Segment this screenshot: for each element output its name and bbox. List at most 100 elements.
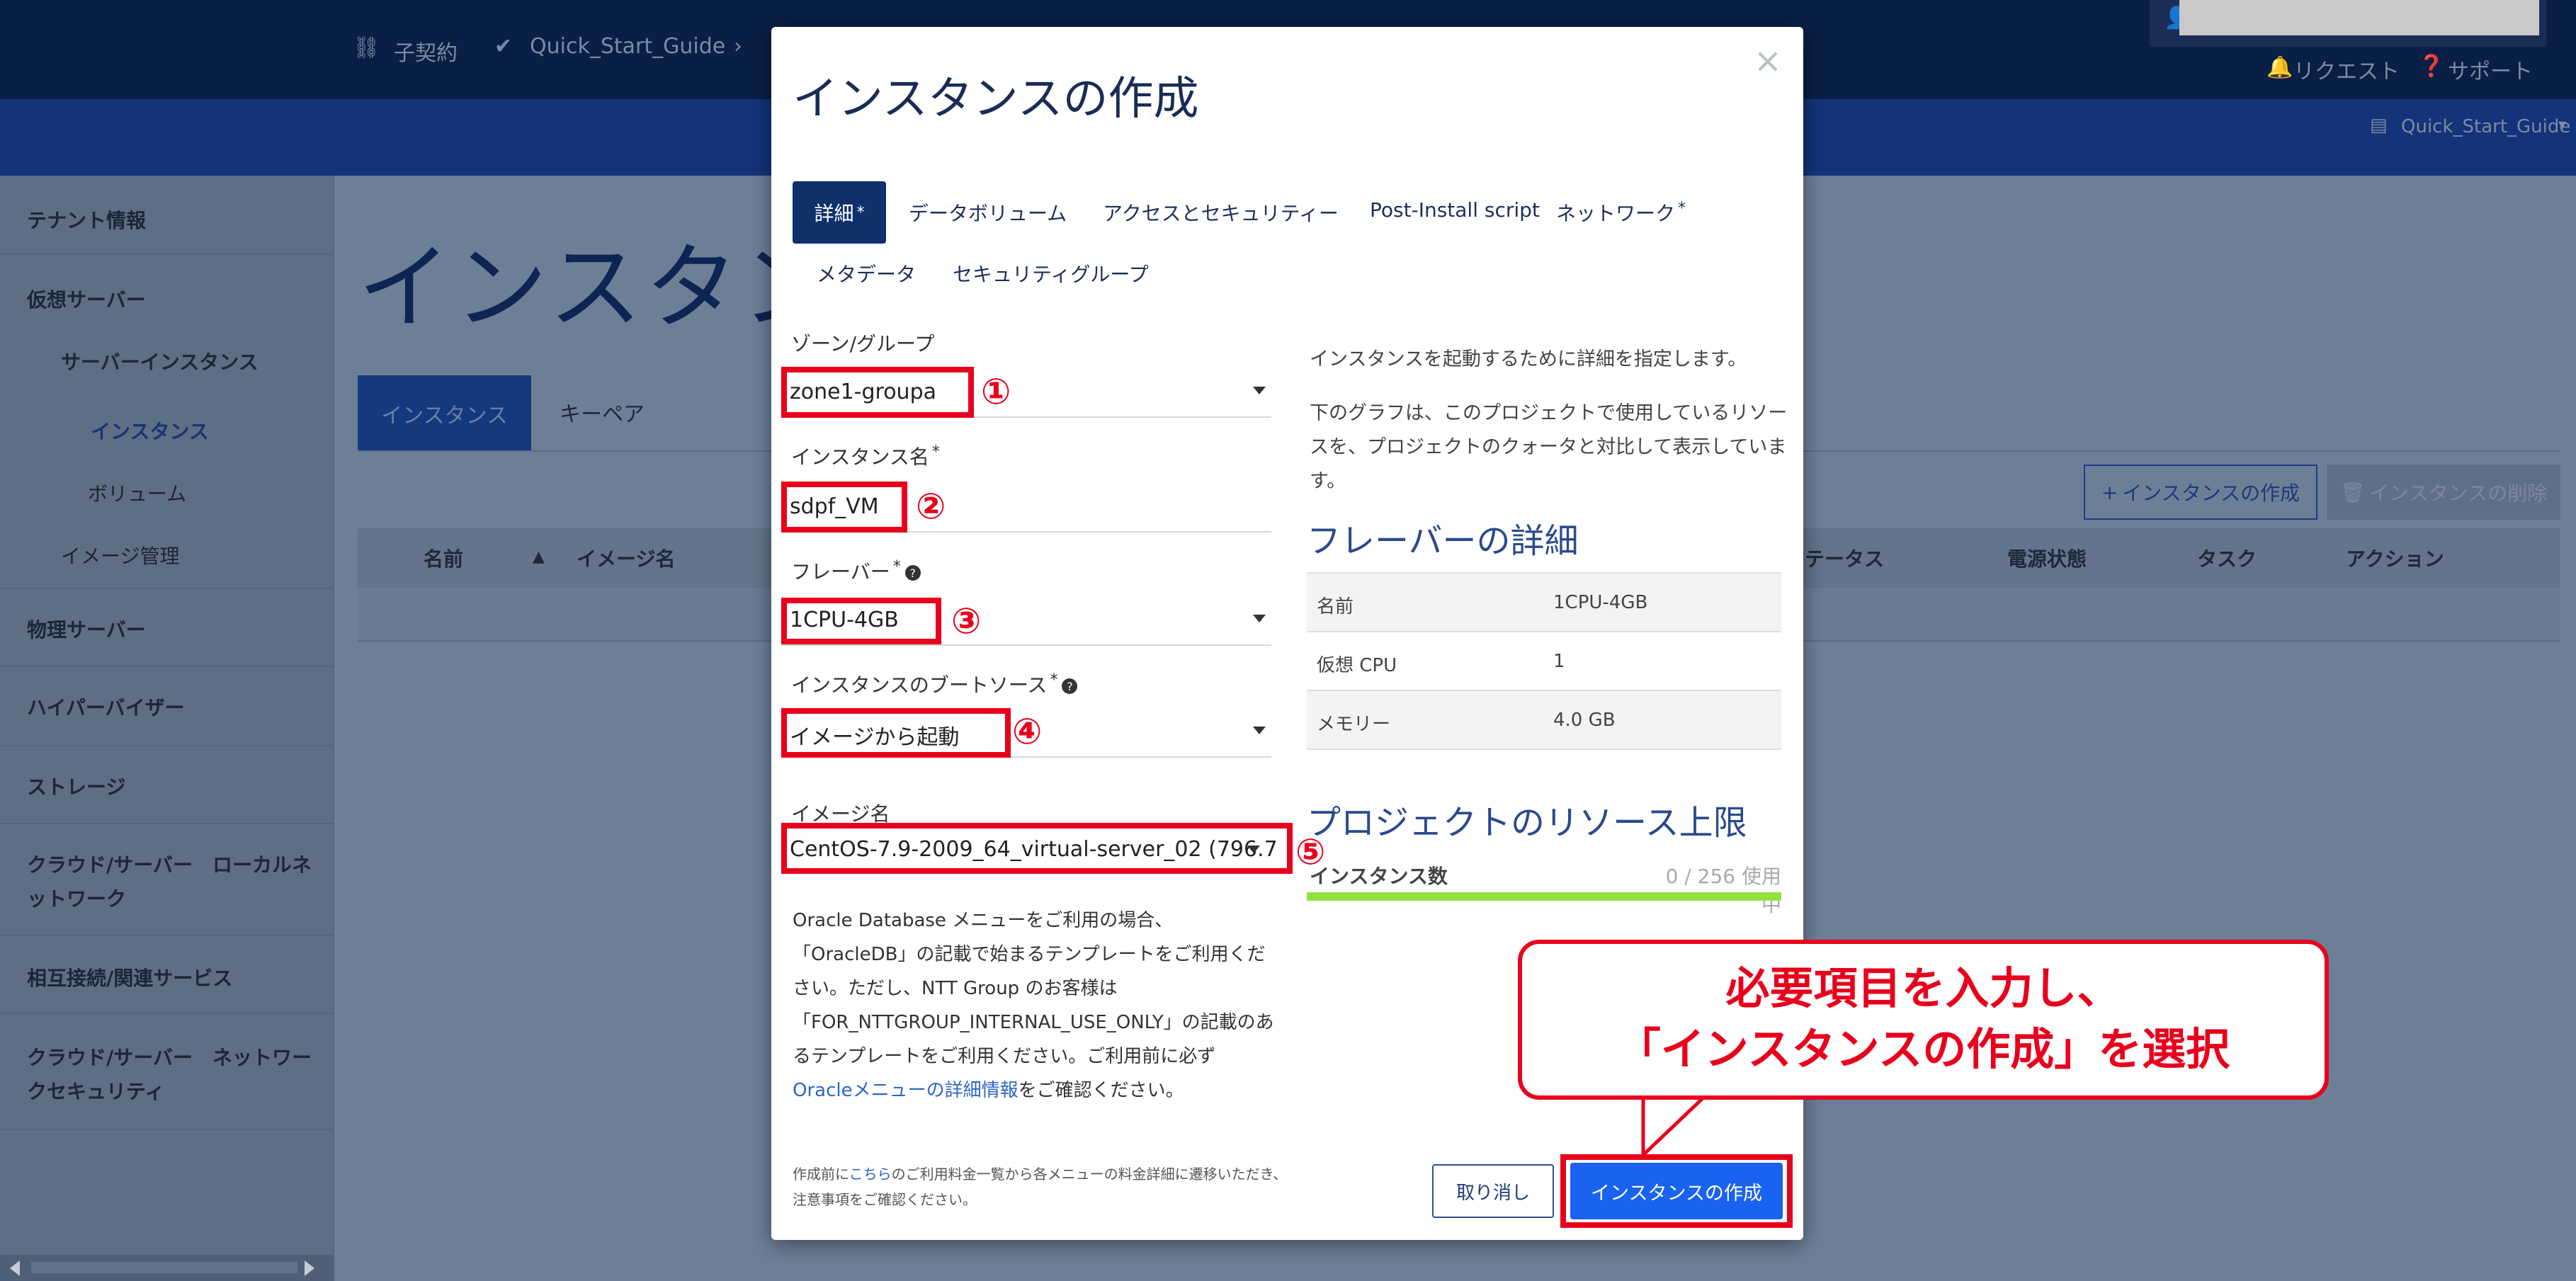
instances-quota-value: 0 / 256 使用中 <box>1665 865 1781 916</box>
flavor-details-title: フレーバーの詳細 <box>1307 521 1579 561</box>
marker-4: ④ <box>1012 711 1043 752</box>
marker-3: ③ <box>951 600 982 642</box>
sidebar-item-hypervisor[interactable]: ハイパーバイザー <box>27 693 185 721</box>
tab-details[interactable]: 詳細 * <box>793 181 886 244</box>
sidebar-item-cloud-network-security-line2: クセキュリティ <box>27 1080 165 1103</box>
sidebar: テナント情報 仮想サーバー サーバーインスタンス インスタンス ボリューム イメ… <box>0 176 334 1281</box>
required-mark: * <box>931 443 940 461</box>
table-row: メモリー 4.0 GB <box>1307 691 1781 750</box>
sidebar-item-volumes[interactable]: ボリューム <box>88 479 186 507</box>
highlight-box-boot <box>781 708 1011 758</box>
help-icon[interactable]: ? <box>1062 678 1078 694</box>
breadcrumb-chevron-icon: › <box>734 34 742 59</box>
quota-description-line: す。 <box>1310 470 1346 492</box>
bell-icon: 🔔 <box>2266 55 2293 80</box>
bg-create-instance-label: インスタンスの作成 <box>2122 482 2300 505</box>
quota-description-line: スを、プロジェクトのクォータと対比して表示していま <box>1310 436 1787 458</box>
tab-instances[interactable]: インスタンス <box>358 375 531 452</box>
tab-metadata[interactable]: メタデータ <box>817 259 916 287</box>
pricing-note-line: 作成前にこちらのご利用料金一覧から各メニューの料金詳細に遷移いただき、 <box>793 1161 1331 1187</box>
quota-description-line: 下のグラフは、このプロジェクトで使用しているリソー <box>1310 402 1788 424</box>
column-action[interactable]: アクション <box>2346 544 2444 572</box>
trash-icon: 🗑 <box>2339 480 2366 504</box>
sidebar-item-storage[interactable]: ストレージ <box>27 772 125 800</box>
instance-name-label-text: インスタンス名 <box>791 445 929 469</box>
tab-security-group[interactable]: セキュリティグループ <box>953 259 1149 287</box>
project-selector[interactable]: Quick_Start_Guide <box>2401 116 2570 137</box>
flavor-details-table: 名前 1CPU-4GB 仮想 CPU 1 メモリー 4.0 GB <box>1307 572 1781 750</box>
column-status[interactable]: テータス <box>1805 544 1884 572</box>
column-image-name[interactable]: イメージ名 <box>577 544 675 572</box>
highlight-box-flavor <box>781 598 941 644</box>
bg-create-instance-button[interactable]: + インスタンスの作成 <box>2084 465 2317 520</box>
marker-2: ② <box>916 486 946 527</box>
required-mark: * <box>1678 199 1686 217</box>
help-icon[interactable]: ? <box>904 565 921 581</box>
sidebar-item-cloud-local-network-line2: ットワーク <box>27 887 127 911</box>
sort-up-icon[interactable]: ▲ <box>533 548 545 566</box>
sidebar-item-instances[interactable]: インスタンス <box>91 416 209 445</box>
sidebar-scrollbar[interactable] <box>0 1255 334 1281</box>
note-line: Oracle Database メニューをご利用の場合、 <box>793 910 1174 931</box>
tab-data-volume[interactable]: データボリューム <box>909 198 1067 227</box>
close-icon[interactable]: × <box>1754 44 1782 78</box>
boot-source-label-text: インスタンスのブートソース <box>791 673 1048 697</box>
sidebar-item-server-instance[interactable]: サーバーインスタンス <box>61 347 259 375</box>
callout-line-1: 必要項目を入力し、 <box>1725 962 2121 1014</box>
flavor-key: 仮想 CPU <box>1317 655 1397 676</box>
user-name-redacted <box>2179 0 2539 35</box>
plus-icon: + <box>2101 480 2118 504</box>
highlight-box-create-button <box>1560 1154 1793 1228</box>
resource-limits-title: プロジェクトのリソース上限 <box>1307 803 1747 843</box>
sidebar-item-cloud-local-network[interactable]: クラウド/サーバー ローカルネ <box>27 850 312 878</box>
scroll-right-icon[interactable] <box>305 1260 314 1276</box>
column-task[interactable]: タスク <box>2197 544 2257 572</box>
flavor-value-cell: 1CPU-4GB <box>1553 592 1648 613</box>
flavor-key: 名前 <box>1317 596 1354 617</box>
table-row: 名前 1CPU-4GB <box>1307 574 1781 632</box>
callout-pointer <box>1641 1094 1706 1158</box>
table-row: 仮想 CPU 1 <box>1307 632 1781 691</box>
required-mark: * <box>856 203 865 222</box>
sidebar-item-tenant-info[interactable]: テナント情報 <box>27 205 146 234</box>
note-line: 「FOR_NTTGROUP_INTERNAL_USE_ONLY」の記載のあ <box>793 1012 1274 1033</box>
details-description: インスタンスを起動するために詳細を指定します。 <box>1310 348 1747 370</box>
note-line: Oracleメニューの詳細情報をご確認ください。 <box>793 1074 1274 1108</box>
column-power-state[interactable]: 電源状態 <box>2007 544 2087 572</box>
tab-keypair[interactable]: キーペア <box>560 397 645 428</box>
sidebar-item-image-management[interactable]: イメージ管理 <box>61 541 179 569</box>
cancel-button[interactable]: 取り消し <box>1432 1164 1554 1218</box>
tab-network-label: ネットワーク <box>1556 202 1676 225</box>
bg-delete-instance-button[interactable]: 🗑 インスタンスの削除 <box>2327 465 2560 520</box>
boot-source-label: インスタンスのブートソース *? <box>791 670 1078 698</box>
user-menu[interactable]: 👤 <box>2150 0 2546 47</box>
sidebar-item-interconnect[interactable]: 相互接続/関連サービス <box>27 963 232 991</box>
pricing-note-line: 注意事項をご確認ください。 <box>793 1191 977 1208</box>
tab-network[interactable]: ネットワーク * <box>1556 198 1686 227</box>
sidebar-item-physical-server[interactable]: 物理サーバー <box>27 615 146 643</box>
request-link[interactable]: リクエスト <box>2293 54 2400 85</box>
scroll-left-icon[interactable] <box>10 1260 20 1276</box>
instruction-callout: 必要項目を入力し、 「インスタンスの作成」を選択 <box>1518 940 2329 1100</box>
pricing-note-prefix: 作成前に <box>793 1166 849 1183</box>
chevron-down-icon <box>1253 727 1266 734</box>
pricing-link[interactable]: こちら <box>849 1166 892 1183</box>
scroll-thumb[interactable] <box>31 1262 297 1273</box>
contract-link[interactable]: 子契約 <box>394 35 458 67</box>
project-breadcrumb[interactable]: Quick_Start_Guide <box>530 34 725 59</box>
instances-quota-label: インスタンス数 <box>1310 865 1448 888</box>
sidebar-item-cloud-network-security[interactable]: クラウド/サーバー ネットワー <box>27 1042 312 1071</box>
flavor-value-cell: 1 <box>1553 651 1565 672</box>
instance-name-label: インスタンス名 * <box>791 442 940 470</box>
chevron-down-icon <box>1253 387 1266 394</box>
chevron-down-icon <box>1253 615 1266 622</box>
highlight-box-name <box>781 482 907 533</box>
note-line-tail: をご確認ください。 <box>1018 1080 1184 1101</box>
support-link[interactable]: サポート <box>2448 54 2533 85</box>
tab-post-install-script[interactable]: Post-Install script <box>1370 198 1540 222</box>
column-name[interactable]: 名前 <box>424 544 463 572</box>
oracle-details-link[interactable]: Oracleメニューの詳細情報 <box>793 1080 1019 1101</box>
note-line: るテンプレートをご利用ください。ご利用前に必ず <box>793 1046 1216 1067</box>
sidebar-item-virtual-server[interactable]: 仮想サーバー <box>27 285 146 313</box>
tab-access-security[interactable]: アクセスとセキュリティー <box>1103 198 1339 227</box>
